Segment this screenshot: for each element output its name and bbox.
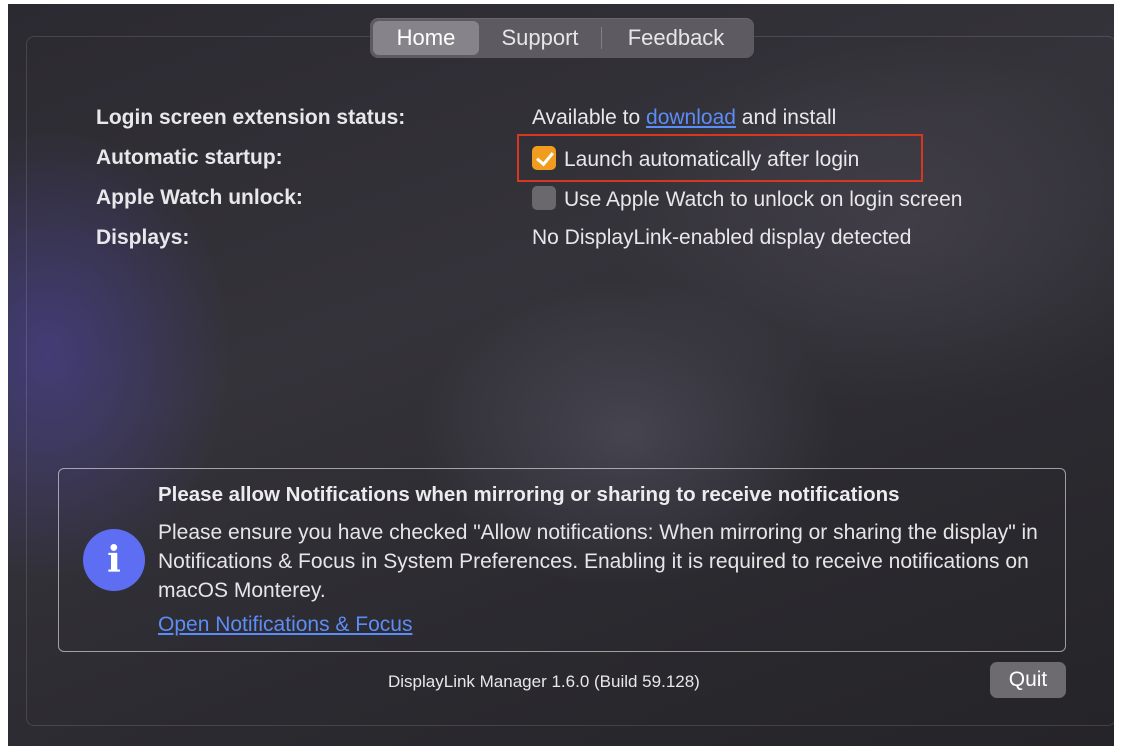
notifications-notice: i Please allow Notifications when mirror… [58,468,1066,652]
notice-title: Please allow Notifications when mirrorin… [158,483,900,506]
highlight-box [517,134,923,182]
login-extension-value: Available to download and install [532,106,836,130]
login-extension-prefix: Available to [532,106,647,129]
info-icon: i [83,529,145,591]
apple-watch-label: Apple Watch unlock: [96,186,303,209]
download-link[interactable]: download [646,106,736,129]
auto-startup-label: Automatic startup: [96,146,283,169]
tab-feedback[interactable]: Feedback [602,21,750,55]
tab-support[interactable]: Support [479,21,601,55]
apple-watch-unlock-label[interactable]: Use Apple Watch to unlock on login scree… [564,188,962,211]
login-extension-suffix: and install [735,106,837,129]
apple-watch-option[interactable]: Use Apple Watch to unlock on login scree… [532,186,962,212]
displaylink-manager-window: Home Support Feedback Login screen exten… [8,4,1114,746]
login-extension-label: Login screen extension status: [96,106,406,129]
displays-value: No DisplayLink-enabled display detected [532,226,912,249]
notice-body: Please ensure you have checked "Allow no… [158,521,1038,602]
open-notifications-focus-link[interactable]: Open Notifications & Focus [158,613,412,637]
version-label: DisplayLink Manager 1.6.0 (Build 59.128) [388,672,700,691]
tab-bar: Home Support Feedback [370,18,754,58]
apple-watch-unlock-checkbox[interactable] [532,186,556,210]
tab-home[interactable]: Home [373,21,479,55]
quit-button[interactable]: Quit [990,662,1066,698]
displays-label: Displays: [96,226,190,249]
